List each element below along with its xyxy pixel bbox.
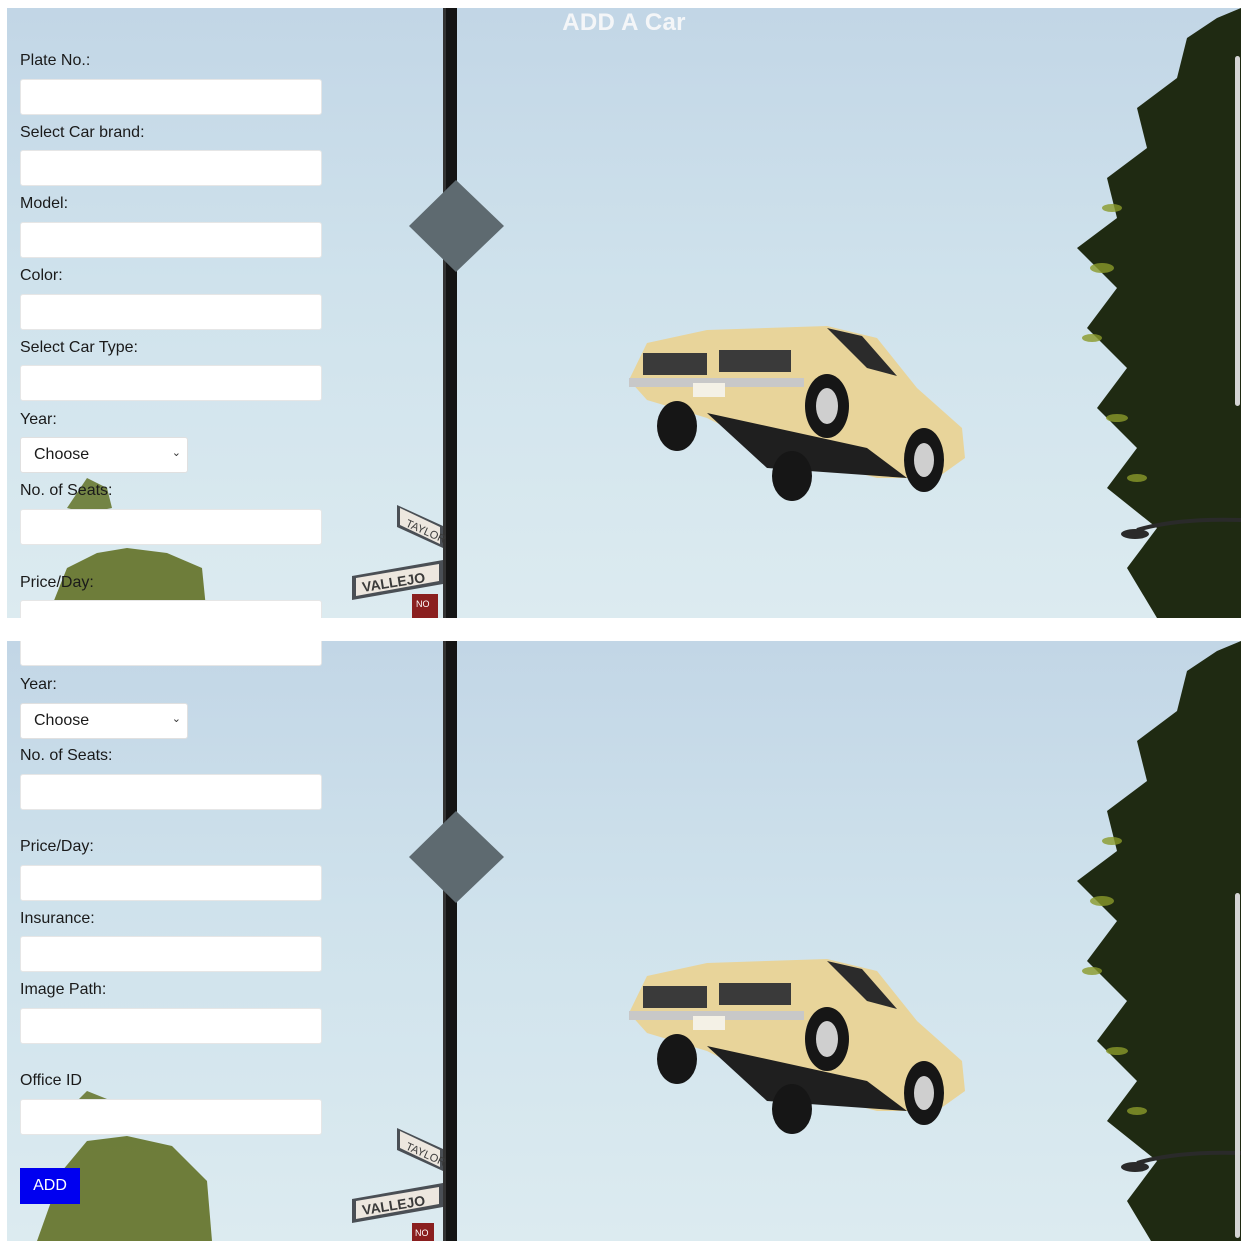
sign-vallejo: VALLEJO [361,569,426,595]
street-pole [443,8,457,618]
sign-taylor: TAYLOR [404,1141,448,1169]
type-input-continued[interactable] [20,641,322,666]
image-path-label: Image Path: [20,981,107,998]
seats-label: No. of Seats: [20,747,113,764]
color-label: Color: [20,267,63,284]
diamond-sign [409,811,504,903]
insurance-label: Insurance: [20,910,95,927]
sign-no: NO [415,1228,429,1238]
seats-label: No. of Seats: [20,482,113,499]
sign-vallejo: VALLEJO [361,1192,426,1218]
seats-input[interactable] [20,509,322,545]
chevron-down-icon: ⌄ [171,447,181,459]
add-button[interactable]: ADD [20,1168,80,1204]
scrollbar-thumb[interactable] [1235,893,1240,1238]
street-lamp [1121,517,1241,539]
chevron-down-icon: ⌄ [171,713,181,725]
price-input[interactable] [20,865,322,901]
street-pole [443,641,457,1241]
seats-input[interactable] [20,774,322,810]
tree-foliage [1077,641,1241,1241]
insurance-input[interactable] [20,936,322,972]
type-label: Select Car Type: [20,339,138,356]
diamond-sign [409,180,504,272]
office-id-label: Office ID [20,1072,82,1089]
brand-label: Select Car brand: [20,124,145,141]
plate-label: Plate No.: [20,52,91,69]
year-label: Year: [20,676,57,693]
sign-no: NO [416,599,430,609]
plate-input[interactable] [20,79,322,115]
year-select-value: Choose [34,446,90,463]
flying-car [629,959,965,1134]
year-label: Year: [20,411,57,428]
model-label: Model: [20,195,69,212]
model-input[interactable] [20,222,322,258]
form-viewport-bottom: TAYLOR VALLEJO NO Year: Choose ⌄ No. of … [7,641,1241,1241]
year-select-value: Choose [34,712,90,729]
street-signs: TAYLOR VALLEJO NO [352,505,447,618]
tree-foliage [1077,8,1241,618]
year-select[interactable]: Choose ⌄ [20,437,188,473]
price-input[interactable] [20,600,322,618]
year-select[interactable]: Choose ⌄ [20,703,188,739]
street-lamp [1121,1150,1241,1172]
image-path-input[interactable] [20,1008,322,1044]
sign-taylor: TAYLOR [404,518,448,546]
brand-input[interactable] [20,150,322,186]
color-input[interactable] [20,294,322,330]
form-viewport-top: TAYLOR VALLEJO NO ADD A Car Plate No.: S… [7,8,1241,618]
price-label: Price/Day: [20,838,94,855]
flying-car [629,326,965,501]
page-title: ADD A Car [562,9,686,36]
price-label: Price/Day: [20,574,94,591]
street-signs: TAYLOR VALLEJO NO [352,1128,447,1241]
scrollbar-thumb[interactable] [1235,56,1240,406]
office-id-input[interactable] [20,1099,322,1135]
type-input[interactable] [20,365,322,401]
